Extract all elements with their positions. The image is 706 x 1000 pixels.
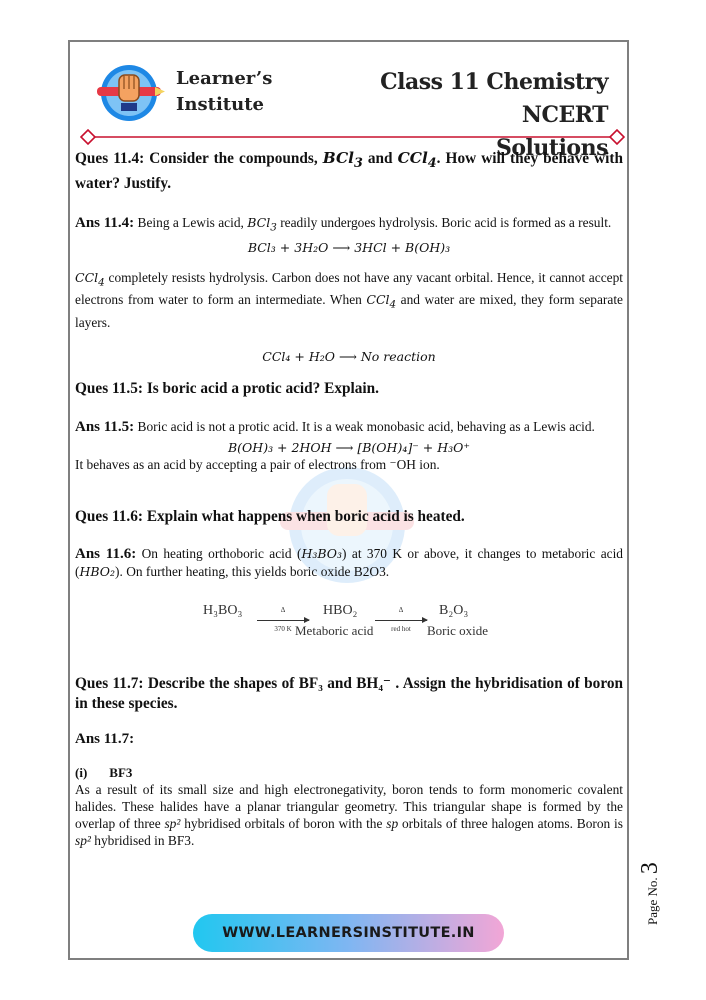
brand-name: Learner’s Institute: [176, 66, 286, 118]
answer-label: Ans 11.4:: [75, 215, 135, 232]
q4-text-pre: Ques 11.4: Consider the compounds,: [75, 150, 323, 167]
page-label: Page No.: [645, 874, 660, 925]
sp2-term: sp²: [164, 815, 181, 831]
answer-text: hybridised in BF3.: [90, 832, 195, 848]
boric-acid-reaction-diagram: H₃BO₃ Δ 370 K HBO₂ Δ red hot B₂O₃ Metabo…: [75, 602, 623, 642]
answer-text: readily undergoes hydrolysis. Boric acid…: [276, 215, 612, 231]
answer-11-6: Ans 11.6: On heating orthoboric acid (H₃…: [75, 545, 623, 580]
question-11-4: Ques 11.4: Consider the compounds, BCl3 …: [75, 148, 623, 194]
page-number: Page No. 3: [637, 862, 664, 925]
question-11-5: Ques 11.5: Is boric acid a protic acid? …: [75, 379, 379, 397]
answer-text: On heating orthoboric acid (: [136, 545, 302, 561]
header-divider: [80, 129, 625, 145]
answer-11-4: Ans 11.4: Being a Lewis acid, BCl3 readi…: [75, 214, 623, 237]
q4-m1: BCl: [322, 149, 354, 167]
page-number-value: 3: [637, 862, 663, 875]
q4-m2: CCl: [397, 149, 428, 167]
answer-label: Ans 11.5:: [75, 418, 135, 435]
sub-title: BF3: [109, 764, 133, 780]
product-hbo2: HBO₂: [323, 602, 358, 618]
formula-inline: H₃BO₃: [301, 545, 343, 561]
formula-inline: HBO₂: [79, 563, 116, 579]
formula-bcl3: BCl3: [322, 149, 363, 171]
answer-11-7: Ans 11.7:: [75, 730, 623, 748]
sp-term: sp: [386, 815, 399, 831]
answer-text: Boric acid is not a protic acid. It is a…: [134, 418, 595, 434]
formula-inline: CCl4: [75, 269, 105, 289]
main-content: Ques 11.4: Consider the compounds, BCl3 …: [75, 148, 623, 849]
answer-text: ). On further heating, this yields boric…: [115, 563, 390, 579]
website-link[interactable]: WWW.LEARNERSINSTITUTE.IN: [193, 914, 504, 952]
brand-line-1: Learner’s: [176, 68, 273, 89]
q7-text-pre: Ques 11.7: Describe the shapes of BF₃ an…: [75, 674, 357, 692]
institute-logo-icon: [97, 65, 165, 121]
equation: B(OH)₃ + 2HOH ⟶ [B(OH)₄]⁻ + H₃O⁺: [227, 439, 471, 455]
answer-11-7-para: As a result of its small size and high e…: [75, 781, 623, 849]
title-line-1: Class 11 Chemistry NCERT: [380, 69, 608, 128]
q4-and: and: [362, 150, 398, 167]
formula-inline: BCl3: [247, 215, 277, 234]
q4-m1-sub: 3: [353, 156, 363, 172]
answer-label: Ans 11.7:: [75, 730, 135, 747]
answer-11-4-para2: CCl4 completely resists hydrolysis. Carb…: [75, 269, 623, 331]
arrow-line: [257, 616, 310, 623]
formula-inline: CCl4: [366, 292, 397, 311]
answer-text: hybridised orbitals of boron with the: [180, 815, 387, 831]
equation: BCl₃ + 3H₂O ⟶ 3HCl + B(OH)₃: [247, 239, 451, 255]
answer-text: Being a Lewis acid,: [134, 215, 248, 231]
arrow-red-hot: Δ red hot: [375, 602, 428, 638]
subheading-bf3: (i) BF3: [75, 764, 623, 781]
reactant-h3bo3: H₃BO₃: [203, 602, 243, 618]
sub-num: (i): [75, 764, 88, 780]
label-boric-oxide: Boric oxide: [427, 622, 489, 638]
arrow-line: [375, 616, 428, 623]
question-11-7: Ques 11.7: Describe the shapes of BF₃ an…: [75, 674, 623, 714]
label-metaboric-acid: Metaboric acid: [295, 622, 374, 638]
arrow-label-bottom: red hot: [391, 624, 411, 633]
equation: CCl₄ + H₂O ⟶ No reaction: [262, 348, 436, 364]
formula-ccl4: CCl4: [397, 149, 437, 171]
answer-label: Ans 11.6:: [75, 545, 137, 562]
arrow-label-top: Δ: [280, 605, 286, 614]
answer-text: orbitals of three halogen atoms. Boron i…: [398, 815, 623, 831]
brand-line-2: Institute: [176, 94, 264, 115]
arrow-label-top: Δ: [398, 605, 404, 614]
question-11-6: Ques 11.6: Explain what happens when bor…: [75, 507, 465, 525]
product-b2o3: B₂O₃: [439, 602, 469, 618]
q4-m2-sub: 4: [427, 156, 437, 172]
sp2-term: sp²: [75, 832, 91, 848]
answer-11-5-para2: It behaves as an acid by accepting a pai…: [75, 456, 440, 472]
formula-bh4: BH₄⁻: [356, 674, 391, 692]
answer-11-5: Ans 11.5: Boric acid is not a protic aci…: [75, 418, 623, 436]
